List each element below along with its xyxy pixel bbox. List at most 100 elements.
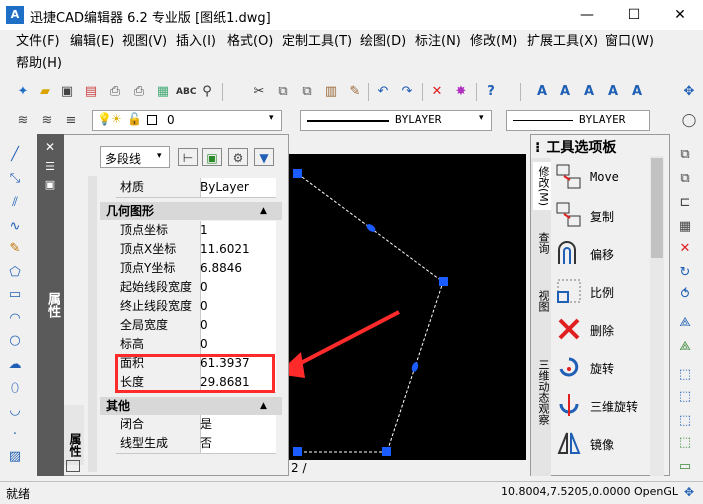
property-row[interactable]: 顶点X坐标 11.6021: [116, 240, 276, 260]
tool-trim-icon[interactable]: ⬚: [676, 412, 694, 430]
properties-scrollbar[interactable]: [88, 176, 97, 472]
tool-scale-icon[interactable]: ⬚: [676, 366, 694, 384]
print-preview-icon[interactable]: ⎙: [130, 83, 148, 101]
pan-icon[interactable]: ✥: [680, 83, 698, 101]
lineweight-dropdown[interactable]: BYLAYER: [506, 110, 650, 131]
toggle-pickadd-icon[interactable]: ⊢: [178, 148, 198, 166]
quick-select-icon[interactable]: ⚙: [228, 148, 248, 166]
close-icon[interactable]: ✕: [43, 140, 57, 154]
layout-tab[interactable]: 2 /: [291, 461, 307, 475]
tool-rotate-3d[interactable]: 三维旋转: [556, 388, 656, 422]
tool-array-icon[interactable]: ▦: [676, 218, 694, 236]
publish-icon[interactable]: ▤: [82, 83, 100, 101]
purge-icon[interactable]: ✸: [452, 83, 470, 101]
tool-rotate3d-icon[interactable]: ⥀: [676, 286, 694, 304]
tool-mirror[interactable]: 镜像: [556, 426, 656, 460]
menu-draw[interactable]: 绘图(D): [360, 32, 406, 52]
section-header-geometry[interactable]: 几何图形 ▲: [100, 202, 282, 220]
property-row[interactable]: 终止线段宽度 0: [116, 297, 276, 317]
section-header-other[interactable]: 其他 ▲: [100, 397, 282, 415]
drawing-canvas[interactable]: [289, 154, 526, 460]
close-button[interactable]: ✕: [657, 0, 703, 30]
new-file-icon[interactable]: ✦: [14, 83, 32, 101]
print-icon[interactable]: ⎙: [106, 83, 124, 101]
tab-view[interactable]: 视图: [533, 284, 551, 318]
tool-offset-icon[interactable]: ⊏: [676, 194, 694, 212]
filter-icon[interactable]: ▼: [254, 148, 274, 166]
menu-file[interactable]: 文件(F): [16, 32, 60, 52]
property-row[interactable]: 标高 0: [116, 335, 276, 355]
hatch-icon[interactable]: ▨: [6, 448, 24, 466]
circle-icon[interactable]: ○: [6, 332, 24, 350]
tool-rotate[interactable]: 旋转: [556, 350, 656, 384]
minimize-button[interactable]: —: [564, 0, 610, 30]
copy-clip-icon[interactable]: ⧉: [274, 83, 292, 101]
layer-previous-icon[interactable]: ≡: [62, 112, 80, 130]
paste-icon[interactable]: ▥: [322, 83, 340, 101]
grip-vertex[interactable]: [293, 447, 302, 456]
layer-state-icon[interactable]: ≋: [38, 112, 56, 130]
tool-mirror-icon[interactable]: ⧉: [676, 170, 694, 188]
menu-dimension[interactable]: 标注(N): [415, 32, 461, 52]
construction-line-icon[interactable]: ⤡: [6, 170, 24, 188]
freehand-icon[interactable]: ✎: [6, 240, 24, 258]
help-icon[interactable]: ?: [482, 83, 500, 101]
plot-icon[interactable]: ▦: [154, 83, 172, 101]
tab-query[interactable]: 查询: [533, 226, 551, 260]
menu-format[interactable]: 格式(O): [227, 32, 273, 52]
grip-vertex[interactable]: [382, 447, 391, 456]
property-row-linetype-gen[interactable]: 线型生成否: [116, 434, 276, 454]
polygon-icon[interactable]: ⬠: [6, 264, 24, 282]
property-row[interactable]: 起始线段宽度 0: [116, 278, 276, 298]
menu-modify[interactable]: 修改(M): [470, 32, 517, 52]
redo-icon[interactable]: ↷: [398, 83, 416, 101]
save-icon[interactable]: ▣: [58, 83, 76, 101]
menu-view[interactable]: 视图(V): [122, 32, 167, 52]
object-type-dropdown[interactable]: 多段线 ▾: [100, 146, 170, 168]
property-row-material[interactable]: 材质 ByLayer: [116, 178, 276, 198]
open-folder-icon[interactable]: ▰: [36, 83, 54, 101]
select-objects-icon[interactable]: ▣: [202, 148, 222, 166]
property-row-closed[interactable]: 闭合是: [116, 415, 276, 435]
ellipse-icon[interactable]: ⬯: [6, 380, 24, 398]
erase-icon[interactable]: ✕: [428, 83, 446, 101]
tool-copy-icon[interactable]: ⧉: [676, 146, 694, 164]
menu-edit[interactable]: 编辑(E): [70, 32, 114, 52]
grip-midpoint[interactable]: [411, 361, 420, 372]
revision-cloud-icon[interactable]: ☁: [6, 356, 24, 374]
circle-tool-icon[interactable]: ◯: [680, 112, 698, 130]
single-text-icon[interactable]: A: [556, 83, 574, 101]
tool-scale[interactable]: 比例: [556, 274, 656, 308]
menu-insert[interactable]: 插入(I): [176, 32, 216, 52]
properties-tab-icon[interactable]: [66, 460, 80, 472]
property-row[interactable]: 全局宽度 0: [116, 316, 276, 336]
tool-break-icon[interactable]: ▭: [676, 458, 694, 476]
tool-extend-icon[interactable]: ⬚: [676, 434, 694, 452]
rectangle-icon[interactable]: ▭: [6, 286, 24, 304]
scale-text-icon[interactable]: A: [628, 83, 646, 101]
copy-base-icon[interactable]: ⧉: [298, 83, 316, 101]
autohide-icon[interactable]: ☰: [43, 160, 57, 174]
layer-dropdown[interactable]: 💡 ☀ 🔓 0 ▾: [92, 110, 282, 131]
properties-side-tab[interactable]: 属性: [64, 405, 84, 465]
tool-move[interactable]: Move: [556, 160, 656, 194]
ellipse-arc-icon[interactable]: ◡: [6, 402, 24, 420]
polyline-icon[interactable]: ∿: [6, 218, 24, 236]
menu-extend-tools[interactable]: 扩展工具(X): [527, 32, 598, 52]
maximize-button[interactable]: ☐: [611, 0, 657, 30]
menu-help[interactable]: 帮助(H): [16, 54, 62, 74]
tool-3d-icon[interactable]: ⟁: [676, 338, 694, 356]
status-settings-icon[interactable]: ✥: [684, 485, 694, 499]
spellcheck-icon[interactable]: ABC: [176, 83, 196, 101]
property-row[interactable]: 顶点坐标 1: [116, 221, 276, 241]
tool-copy[interactable]: 复制: [556, 198, 656, 232]
property-row[interactable]: 顶点Y坐标 6.8846: [116, 259, 276, 279]
tab-3d-orbit[interactable]: 三维动态观察: [533, 342, 551, 442]
find-text-icon[interactable]: A: [604, 83, 622, 101]
cut-icon[interactable]: ✂: [250, 83, 268, 101]
grip-vertex[interactable]: [293, 169, 302, 178]
edit-text-icon[interactable]: A: [580, 83, 598, 101]
undo-icon[interactable]: ↶: [374, 83, 392, 101]
tool-stretch-icon[interactable]: ⬚: [676, 388, 694, 406]
menu-window[interactable]: 窗口(W): [605, 32, 654, 52]
